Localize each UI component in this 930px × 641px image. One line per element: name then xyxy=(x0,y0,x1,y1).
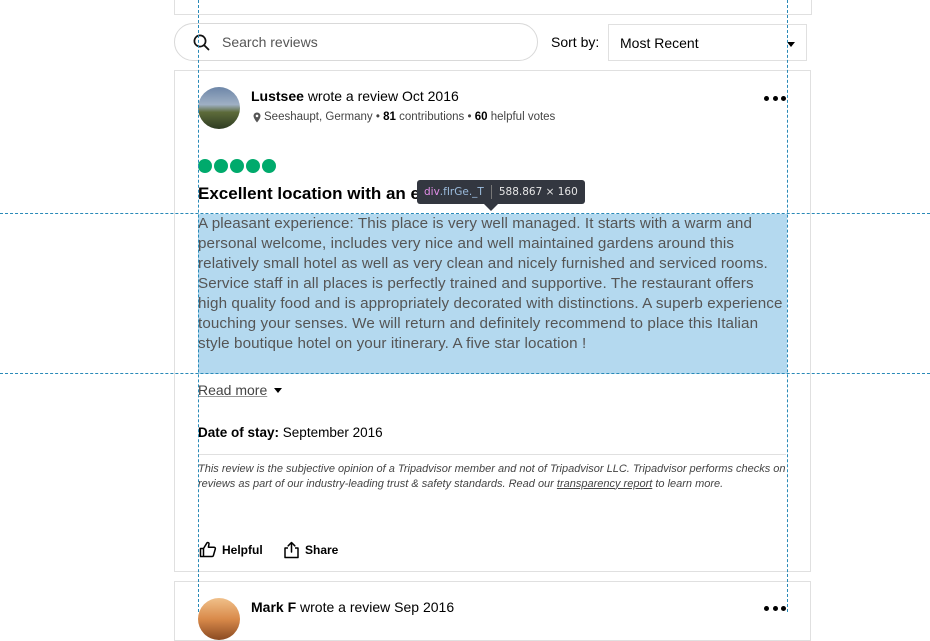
review-title-visible: Excellent location with an e xyxy=(198,184,420,203)
thumbs-up-icon xyxy=(199,541,217,558)
sort-dropdown[interactable]: Most Recent xyxy=(608,24,807,61)
wrote-text: wrote a review xyxy=(307,88,399,104)
inspector-guide-line xyxy=(0,373,930,374)
divider xyxy=(198,454,786,455)
author-location: Seeshaupt, Germany xyxy=(264,111,373,123)
previous-section-card xyxy=(174,0,812,15)
rating-bubble xyxy=(262,159,276,173)
share-button[interactable]: Share xyxy=(283,541,338,559)
chevron-down-icon xyxy=(787,42,795,47)
avatar[interactable] xyxy=(198,598,240,640)
rating-bubble xyxy=(198,159,212,173)
wrote-text: wrote a review xyxy=(300,599,391,615)
inspector-size: 588.867 × 160 xyxy=(498,186,578,198)
read-more-label: Read more xyxy=(198,382,268,398)
rating-bubble xyxy=(230,159,244,173)
search-reviews-box[interactable] xyxy=(174,23,538,61)
inspector-tooltip-arrow xyxy=(484,204,498,211)
avatar[interactable] xyxy=(198,87,240,129)
search-icon xyxy=(193,34,210,50)
date-of-stay-label: Date of stay: xyxy=(198,425,280,440)
inspector-tag: div xyxy=(424,186,440,198)
share-label: Share xyxy=(305,543,339,557)
review-date: Oct 2016 xyxy=(401,88,459,104)
read-more-button[interactable]: Read more xyxy=(198,382,283,398)
chevron-down-icon xyxy=(274,387,283,393)
inspector-guide-line xyxy=(787,0,788,612)
review-author-line: Lustsee wrote a review Oct 2016 xyxy=(251,88,459,104)
author-meta: Seeshaupt, Germany • 81 contributions • … xyxy=(253,111,555,123)
contributions-label: contributions xyxy=(399,111,465,123)
sort-by-label: Sort by: xyxy=(551,34,600,50)
helpful-label: Helpful xyxy=(222,542,263,557)
more-options-icon[interactable] xyxy=(764,96,786,104)
rating-bubble xyxy=(246,159,260,173)
helpful-button[interactable]: Helpful xyxy=(199,541,263,558)
inspector-tooltip: div .fIrGe._T 588.867 × 160 xyxy=(417,180,585,204)
transparency-report-link[interactable]: transparency report xyxy=(557,478,652,490)
date-of-stay-value: September 2016 xyxy=(282,425,383,440)
contributions-count: 81 xyxy=(383,111,396,123)
review-disclaimer: This review is the subjective opinion of… xyxy=(198,462,790,491)
helpful-votes-count: 60 xyxy=(474,111,488,123)
author-name[interactable]: Lustsee xyxy=(251,88,304,104)
review-date: Sep 2016 xyxy=(394,599,455,615)
rating-bubble xyxy=(214,159,228,173)
share-icon xyxy=(284,541,299,559)
author-name[interactable]: Mark F xyxy=(251,599,296,615)
inspector-class: .fIrGe._T xyxy=(439,186,484,198)
inspector-guide-line xyxy=(198,0,199,612)
more-options-icon[interactable] xyxy=(764,606,786,614)
date-of-stay: Date of stay: September 2016 xyxy=(198,425,383,440)
disclaimer-end: to learn more. xyxy=(655,477,724,490)
inspector-guide-line xyxy=(0,213,930,214)
helpful-votes-label: helpful votes xyxy=(490,111,556,123)
location-pin-icon xyxy=(253,112,261,122)
rating-bubbles xyxy=(198,159,276,173)
review-body-text: A pleasant experience: This place is ver… xyxy=(198,214,787,374)
search-input[interactable] xyxy=(220,33,514,51)
review-author-line: Mark F wrote a review Sep 2016 xyxy=(251,599,454,615)
sort-selected-value: Most Recent xyxy=(620,35,699,51)
